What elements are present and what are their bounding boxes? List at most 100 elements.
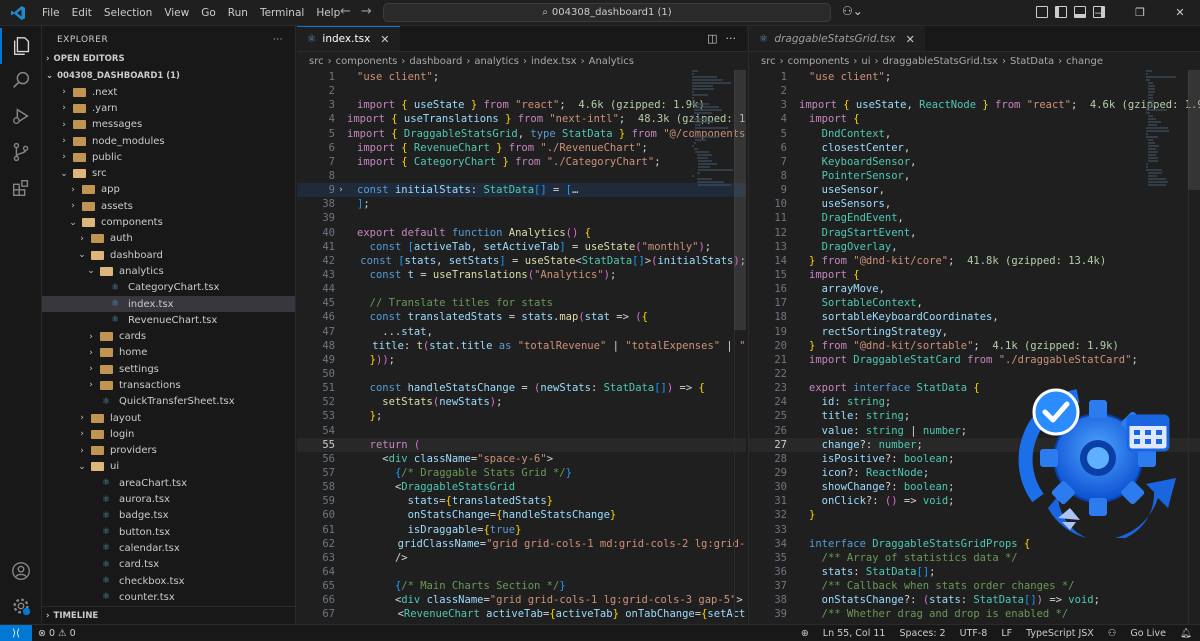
file-item[interactable]: ⚛ button.tsx bbox=[42, 524, 295, 540]
folder-item[interactable]: › assets bbox=[42, 198, 295, 214]
code-line[interactable]: 40 export default function Analytics() { bbox=[297, 226, 746, 240]
copilot-status-icon[interactable]: ⚇ bbox=[1108, 628, 1117, 639]
menu-item-view[interactable]: View bbox=[158, 0, 195, 26]
code-line[interactable]: 12 DragStartEvent, bbox=[749, 226, 1200, 240]
tab-draggable-stats-grid[interactable]: ⚛ draggableStatsGrid.tsx ✕ bbox=[749, 26, 925, 51]
toggle-sidebar-icon[interactable] bbox=[1055, 6, 1067, 18]
customize-layout-icon[interactable] bbox=[1036, 6, 1048, 18]
code-line[interactable]: 58 <DraggableStatsGrid bbox=[297, 480, 746, 494]
restore-icon[interactable]: ❐ bbox=[1120, 0, 1160, 26]
code-line[interactable]: 13 DragOverlay, bbox=[749, 240, 1200, 254]
code-line[interactable]: 8 bbox=[297, 169, 746, 183]
code-line[interactable]: 57 {/* Draggable Stats Grid */} bbox=[297, 466, 746, 480]
code-line[interactable]: 38]; bbox=[297, 197, 746, 211]
code-line[interactable]: 14} from "@dnd-kit/core"; 41.8k (gzipped… bbox=[749, 254, 1200, 268]
code-line[interactable]: 62 gridClassName="grid grid-cols-1 md:gr… bbox=[297, 537, 746, 551]
code-line[interactable]: 1 "use client"; bbox=[297, 70, 746, 84]
menu-item-edit[interactable]: Edit bbox=[66, 0, 98, 26]
code-line[interactable]: 59 stats={translatedStats} bbox=[297, 494, 746, 508]
remote-indicator-icon[interactable]: ⟩⟨ bbox=[0, 624, 32, 641]
go-live-button[interactable]: Go Live bbox=[1130, 628, 1166, 639]
breadcrumb-item[interactable]: draggableStatsGrid.tsx bbox=[883, 56, 998, 67]
code-line[interactable]: 45 // Translate titles for stats bbox=[297, 296, 746, 310]
code-line[interactable]: 42 const [stats, setStats] = useState<St… bbox=[297, 254, 746, 268]
code-line[interactable]: 16 arrayMove, bbox=[749, 282, 1200, 296]
explorer-icon[interactable] bbox=[0, 28, 42, 64]
code-line[interactable]: 2 bbox=[749, 84, 1200, 98]
code-line[interactable]: 15 import { bbox=[749, 268, 1200, 282]
file-item[interactable]: ⚛ counter.tsx bbox=[42, 589, 295, 605]
folder-item[interactable]: › settings bbox=[42, 361, 295, 377]
code-line[interactable]: 4 import { useTranslations } from "next-i… bbox=[297, 112, 746, 126]
copilot-icon[interactable]: ⚇⌄ bbox=[842, 4, 863, 18]
code-line[interactable]: 8 PointerSensor, bbox=[749, 169, 1200, 183]
cursor-position[interactable]: Ln 55, Col 11 bbox=[823, 628, 886, 639]
menu-item-run[interactable]: Run bbox=[222, 0, 254, 26]
breadcrumb-item[interactable]: components bbox=[788, 56, 850, 67]
folder-item[interactable]: › public bbox=[42, 149, 295, 165]
code-line[interactable]: 52 setStats(newStats); bbox=[297, 395, 746, 409]
code-line[interactable]: 7 KeyboardSensor, bbox=[749, 155, 1200, 169]
forward-arrow-icon[interactable]: → bbox=[361, 4, 372, 19]
breadcrumb-item[interactable]: ui bbox=[861, 56, 870, 67]
code-line[interactable]: 61 isDraggable={true} bbox=[297, 523, 746, 537]
more-actions-icon[interactable]: ··· bbox=[726, 32, 737, 45]
folder-item[interactable]: › auth bbox=[42, 231, 295, 247]
breadcrumb-item[interactable]: change bbox=[1066, 56, 1103, 67]
minimap-left[interactable] bbox=[692, 70, 733, 370]
file-item[interactable]: ⚛ badge.tsx bbox=[42, 508, 295, 524]
breadcrumb-item[interactable]: dashboard bbox=[409, 56, 462, 67]
code-line[interactable]: 19 rectSortingStrategy, bbox=[749, 325, 1200, 339]
folder-item[interactable]: › cards bbox=[42, 328, 295, 344]
manage-gear-icon[interactable] bbox=[0, 588, 42, 624]
code-line[interactable]: 55 return ( bbox=[297, 437, 746, 452]
code-line[interactable]: 2 bbox=[297, 84, 746, 98]
code-line[interactable]: 38 onStatsChange?: (stats: StatData[]) =… bbox=[749, 593, 1200, 607]
problems-count[interactable]: ⊗ 0 ⚠ 0 bbox=[38, 628, 76, 639]
encoding[interactable]: UTF-8 bbox=[960, 628, 988, 639]
folder-item[interactable]: › login bbox=[42, 426, 295, 442]
code-line[interactable]: 9 › const initialStats: StatData[] = [… bbox=[297, 183, 746, 198]
folder-item[interactable]: › .next bbox=[42, 84, 295, 100]
code-line[interactable]: 56 <div className="space-y-6"> bbox=[297, 452, 746, 466]
source-control-icon[interactable] bbox=[0, 134, 42, 170]
file-item[interactable]: ⚛ RevenueChart.tsx bbox=[42, 312, 295, 328]
split-editor-icon[interactable]: ◫ bbox=[707, 32, 717, 45]
timeline-section[interactable]: › TIMELINE bbox=[42, 606, 295, 624]
code-line[interactable]: 9 useSensor, bbox=[749, 183, 1200, 197]
folder-item[interactable]: › node_modules bbox=[42, 133, 295, 149]
language-mode[interactable]: TypeScript JSX bbox=[1026, 628, 1094, 639]
end-of-line[interactable]: LF bbox=[1001, 628, 1012, 639]
code-line[interactable]: 54 bbox=[297, 424, 746, 438]
folder-item[interactable]: › app bbox=[42, 182, 295, 198]
scrollbar-thumb[interactable] bbox=[734, 70, 746, 330]
code-line[interactable]: 53 }; bbox=[297, 409, 746, 423]
folder-item[interactable]: ⌄ components bbox=[42, 214, 295, 230]
run-debug-icon[interactable] bbox=[0, 98, 42, 134]
code-line[interactable]: 5 import { DraggableStatsGrid, type StatD… bbox=[297, 127, 746, 141]
code-line[interactable]: 5 DndContext, bbox=[749, 127, 1200, 141]
minimize-icon[interactable]: — bbox=[1080, 0, 1120, 26]
code-line[interactable]: 20} from "@dnd-kit/sortable"; 4.1k (gzip… bbox=[749, 339, 1200, 353]
code-line[interactable]: 10 useSensors, bbox=[749, 197, 1200, 211]
code-line[interactable]: 41 const [activeTab, setActiveTab] = use… bbox=[297, 240, 746, 254]
breadcrumb-item[interactable]: index.tsx bbox=[531, 56, 577, 67]
folder-item[interactable]: › home bbox=[42, 345, 295, 361]
code-line[interactable]: 49 })); bbox=[297, 353, 746, 367]
accounts-icon[interactable] bbox=[0, 553, 42, 589]
tab-index-tsx[interactable]: ⚛ index.tsx ✕ bbox=[297, 26, 400, 51]
breadcrumb-item[interactable]: StatData bbox=[1010, 56, 1054, 67]
breadcrumb-item[interactable]: Analytics bbox=[589, 56, 634, 67]
file-item[interactable]: ⚛ aurora.tsx bbox=[42, 491, 295, 507]
code-line[interactable]: 39 bbox=[297, 211, 746, 225]
code-line[interactable]: 67 <RevenueChart activeTab={activeTab} o… bbox=[297, 607, 746, 621]
code-line[interactable]: 44 bbox=[297, 282, 746, 296]
code-line[interactable]: 47 ...stat, bbox=[297, 325, 746, 339]
code-line[interactable]: 65 {/* Main Charts Section */} bbox=[297, 579, 746, 593]
code-line[interactable]: 64 bbox=[297, 565, 746, 579]
menu-item-file[interactable]: File bbox=[36, 0, 66, 26]
file-item[interactable]: ⚛ checkbox.tsx bbox=[42, 573, 295, 589]
breadcrumb-item[interactable]: components bbox=[336, 56, 398, 67]
folder-item[interactable]: › transactions bbox=[42, 377, 295, 393]
code-line[interactable]: 1 "use client"; bbox=[749, 70, 1200, 84]
